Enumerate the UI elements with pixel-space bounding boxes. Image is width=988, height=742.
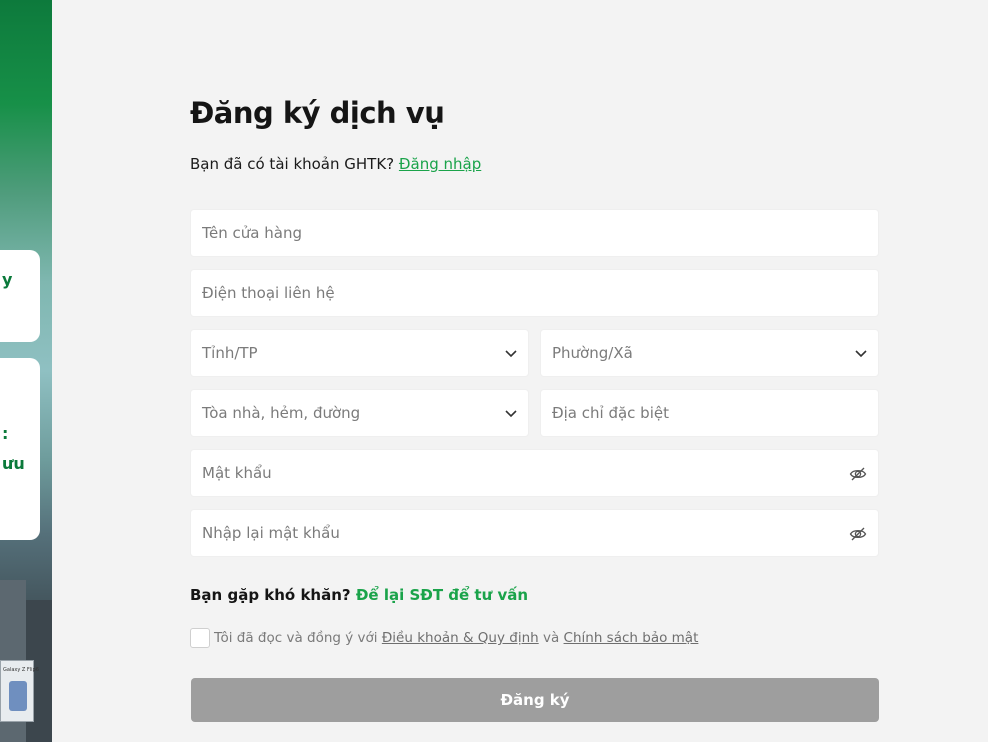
terms-link[interactable]: Điều khoản & Quy định: [382, 630, 539, 646]
login-prompt: Bạn đã có tài khoản GHTK? Đăng nhập: [190, 155, 481, 173]
special-address-input[interactable]: [541, 390, 878, 436]
street-select-label: Tòa nhà, hẻm, đường: [202, 404, 361, 422]
promo-card: : ưu: [0, 358, 40, 540]
terms-agreement: Tôi đã đọc và đồng ý với Điều khoản & Qu…: [190, 628, 698, 648]
help-prompt-text: Bạn gặp khó khăn?: [190, 586, 351, 604]
store-name-input[interactable]: [191, 210, 878, 256]
register-button[interactable]: Đăng ký: [191, 678, 879, 722]
request-callback-link[interactable]: Để lại SĐT để tư vấn: [356, 586, 528, 604]
promo-card-text: :: [2, 424, 9, 443]
billboard-image: Galaxy Z Flip6: [0, 660, 39, 722]
promo-card-text: y: [2, 270, 13, 289]
eye-off-icon[interactable]: [849, 465, 867, 483]
ward-select-label: Phường/Xã: [552, 344, 633, 362]
province-select[interactable]: Tỉnh/TP: [190, 329, 529, 377]
special-address-field[interactable]: [540, 389, 879, 437]
promo-side-panel: y : ưu Galaxy Z Flip6: [0, 0, 52, 742]
login-prompt-text: Bạn đã có tài khoản GHTK?: [190, 155, 395, 173]
phone-input[interactable]: [191, 270, 878, 316]
agree-checkbox[interactable]: [190, 628, 210, 648]
store-name-field[interactable]: [190, 209, 879, 257]
password-input[interactable]: [191, 450, 878, 496]
agree-text: Tôi đã đọc và đồng ý với: [214, 630, 378, 646]
login-link[interactable]: Đăng nhập: [399, 155, 481, 173]
ward-select[interactable]: Phường/Xã: [540, 329, 879, 377]
billboard-text: Galaxy Z Flip6: [3, 667, 39, 673]
privacy-policy-link[interactable]: Chính sách bảo mật: [564, 630, 699, 646]
help-prompt: Bạn gặp khó khăn? Để lại SĐT để tư vấn: [190, 586, 528, 604]
phone-field[interactable]: [190, 269, 879, 317]
confirm-password-field[interactable]: [190, 509, 879, 557]
street-select[interactable]: Tòa nhà, hẻm, đường: [190, 389, 529, 437]
phone-image: [9, 681, 27, 711]
chevron-down-icon: [505, 410, 517, 418]
page-title: Đăng ký dịch vụ: [190, 96, 445, 130]
confirm-password-input[interactable]: [191, 510, 878, 556]
password-field[interactable]: [190, 449, 879, 497]
agree-and-text: và: [542, 630, 560, 646]
chevron-down-icon: [855, 350, 867, 358]
province-select-label: Tỉnh/TP: [202, 344, 258, 362]
eye-off-icon[interactable]: [849, 525, 867, 543]
promo-card: y: [0, 250, 40, 342]
promo-card-text: ưu: [2, 454, 25, 473]
chevron-down-icon: [505, 350, 517, 358]
